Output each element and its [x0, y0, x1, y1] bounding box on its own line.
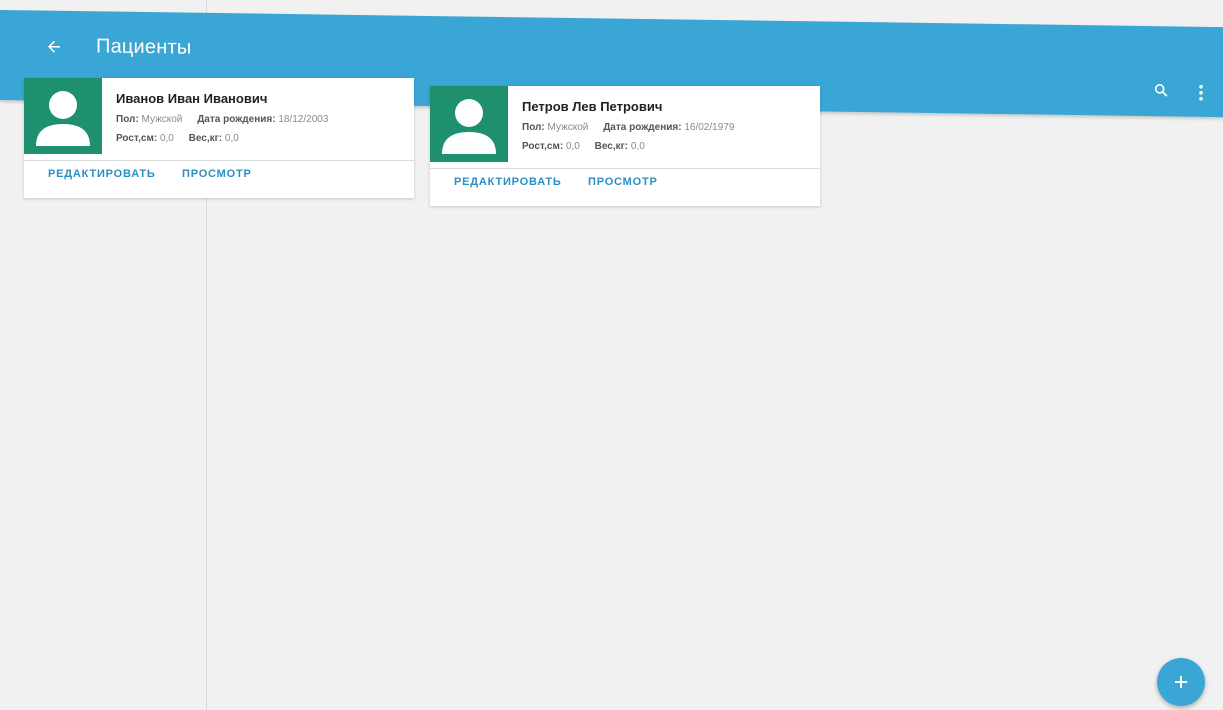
height-value: 0,0 — [565, 141, 580, 152]
edit-button[interactable]: РЕДАКТИРОВАТЬ — [454, 176, 562, 188]
arrow-back-icon — [48, 40, 60, 53]
view-button[interactable]: ПРОСМОТР — [182, 168, 252, 180]
sex-value: Мужской — [141, 114, 183, 125]
patient-name: Петров Лев Петрович — [522, 99, 663, 114]
sex-label: Пол: — [116, 114, 139, 125]
birth-value: 18/12/2003 — [278, 114, 329, 125]
page-title: Пациенты — [96, 35, 192, 59]
birth-value: 16/02/1979 — [684, 122, 735, 133]
weight-label: Вес,кг: — [594, 141, 629, 152]
patient-info-row-2: Рост,см: 0,0 Вес,кг: 0,0 — [116, 133, 239, 144]
patient-card: Петров Лев Петрович Пол: Мужской Дата ро… — [430, 86, 820, 206]
patient-card: Иванов Иван Иванович Пол: Мужской Дата р… — [24, 78, 414, 198]
back-button[interactable] — [40, 33, 68, 61]
search-button[interactable] — [1149, 78, 1173, 102]
birth-label: Дата рождения: — [197, 114, 276, 125]
view-button[interactable]: ПРОСМОТР — [588, 176, 658, 188]
birth-label: Дата рождения: — [603, 122, 682, 133]
patient-info-row-1: Пол: Мужской Дата рождения: 18/12/2003 — [116, 114, 328, 125]
sex-label: Пол: — [522, 122, 545, 133]
patients-screen: Пациенты Иванов Иван Иванович Пол: Мужск… — [0, 0, 1223, 710]
patient-name: Иванов Иван Иванович — [116, 91, 268, 106]
weight-label: Вес,кг: — [188, 133, 223, 144]
weight-value: 0,0 — [224, 133, 239, 144]
person-icon — [442, 99, 496, 154]
height-value: 0,0 — [159, 133, 174, 144]
person-icon — [36, 91, 90, 146]
weight-value: 0,0 — [630, 141, 645, 152]
add-icon — [1175, 676, 1187, 688]
more-options-button[interactable] — [1191, 81, 1211, 105]
edit-button[interactable]: РЕДАКТИРОВАТЬ — [48, 168, 156, 180]
more-vert-icon — [1199, 84, 1203, 101]
avatar — [24, 78, 102, 154]
height-label: Рост,см: — [522, 141, 564, 152]
avatar — [430, 86, 508, 162]
card-divider — [24, 160, 414, 161]
height-label: Рост,см: — [116, 133, 158, 144]
sex-value: Мужской — [547, 122, 589, 133]
search-icon — [1154, 84, 1168, 97]
patient-info-row-1: Пол: Мужской Дата рождения: 16/02/1979 — [522, 122, 734, 133]
card-divider — [430, 168, 820, 169]
add-patient-button[interactable] — [1157, 658, 1205, 706]
patient-info-row-2: Рост,см: 0,0 Вес,кг: 0,0 — [522, 141, 645, 152]
